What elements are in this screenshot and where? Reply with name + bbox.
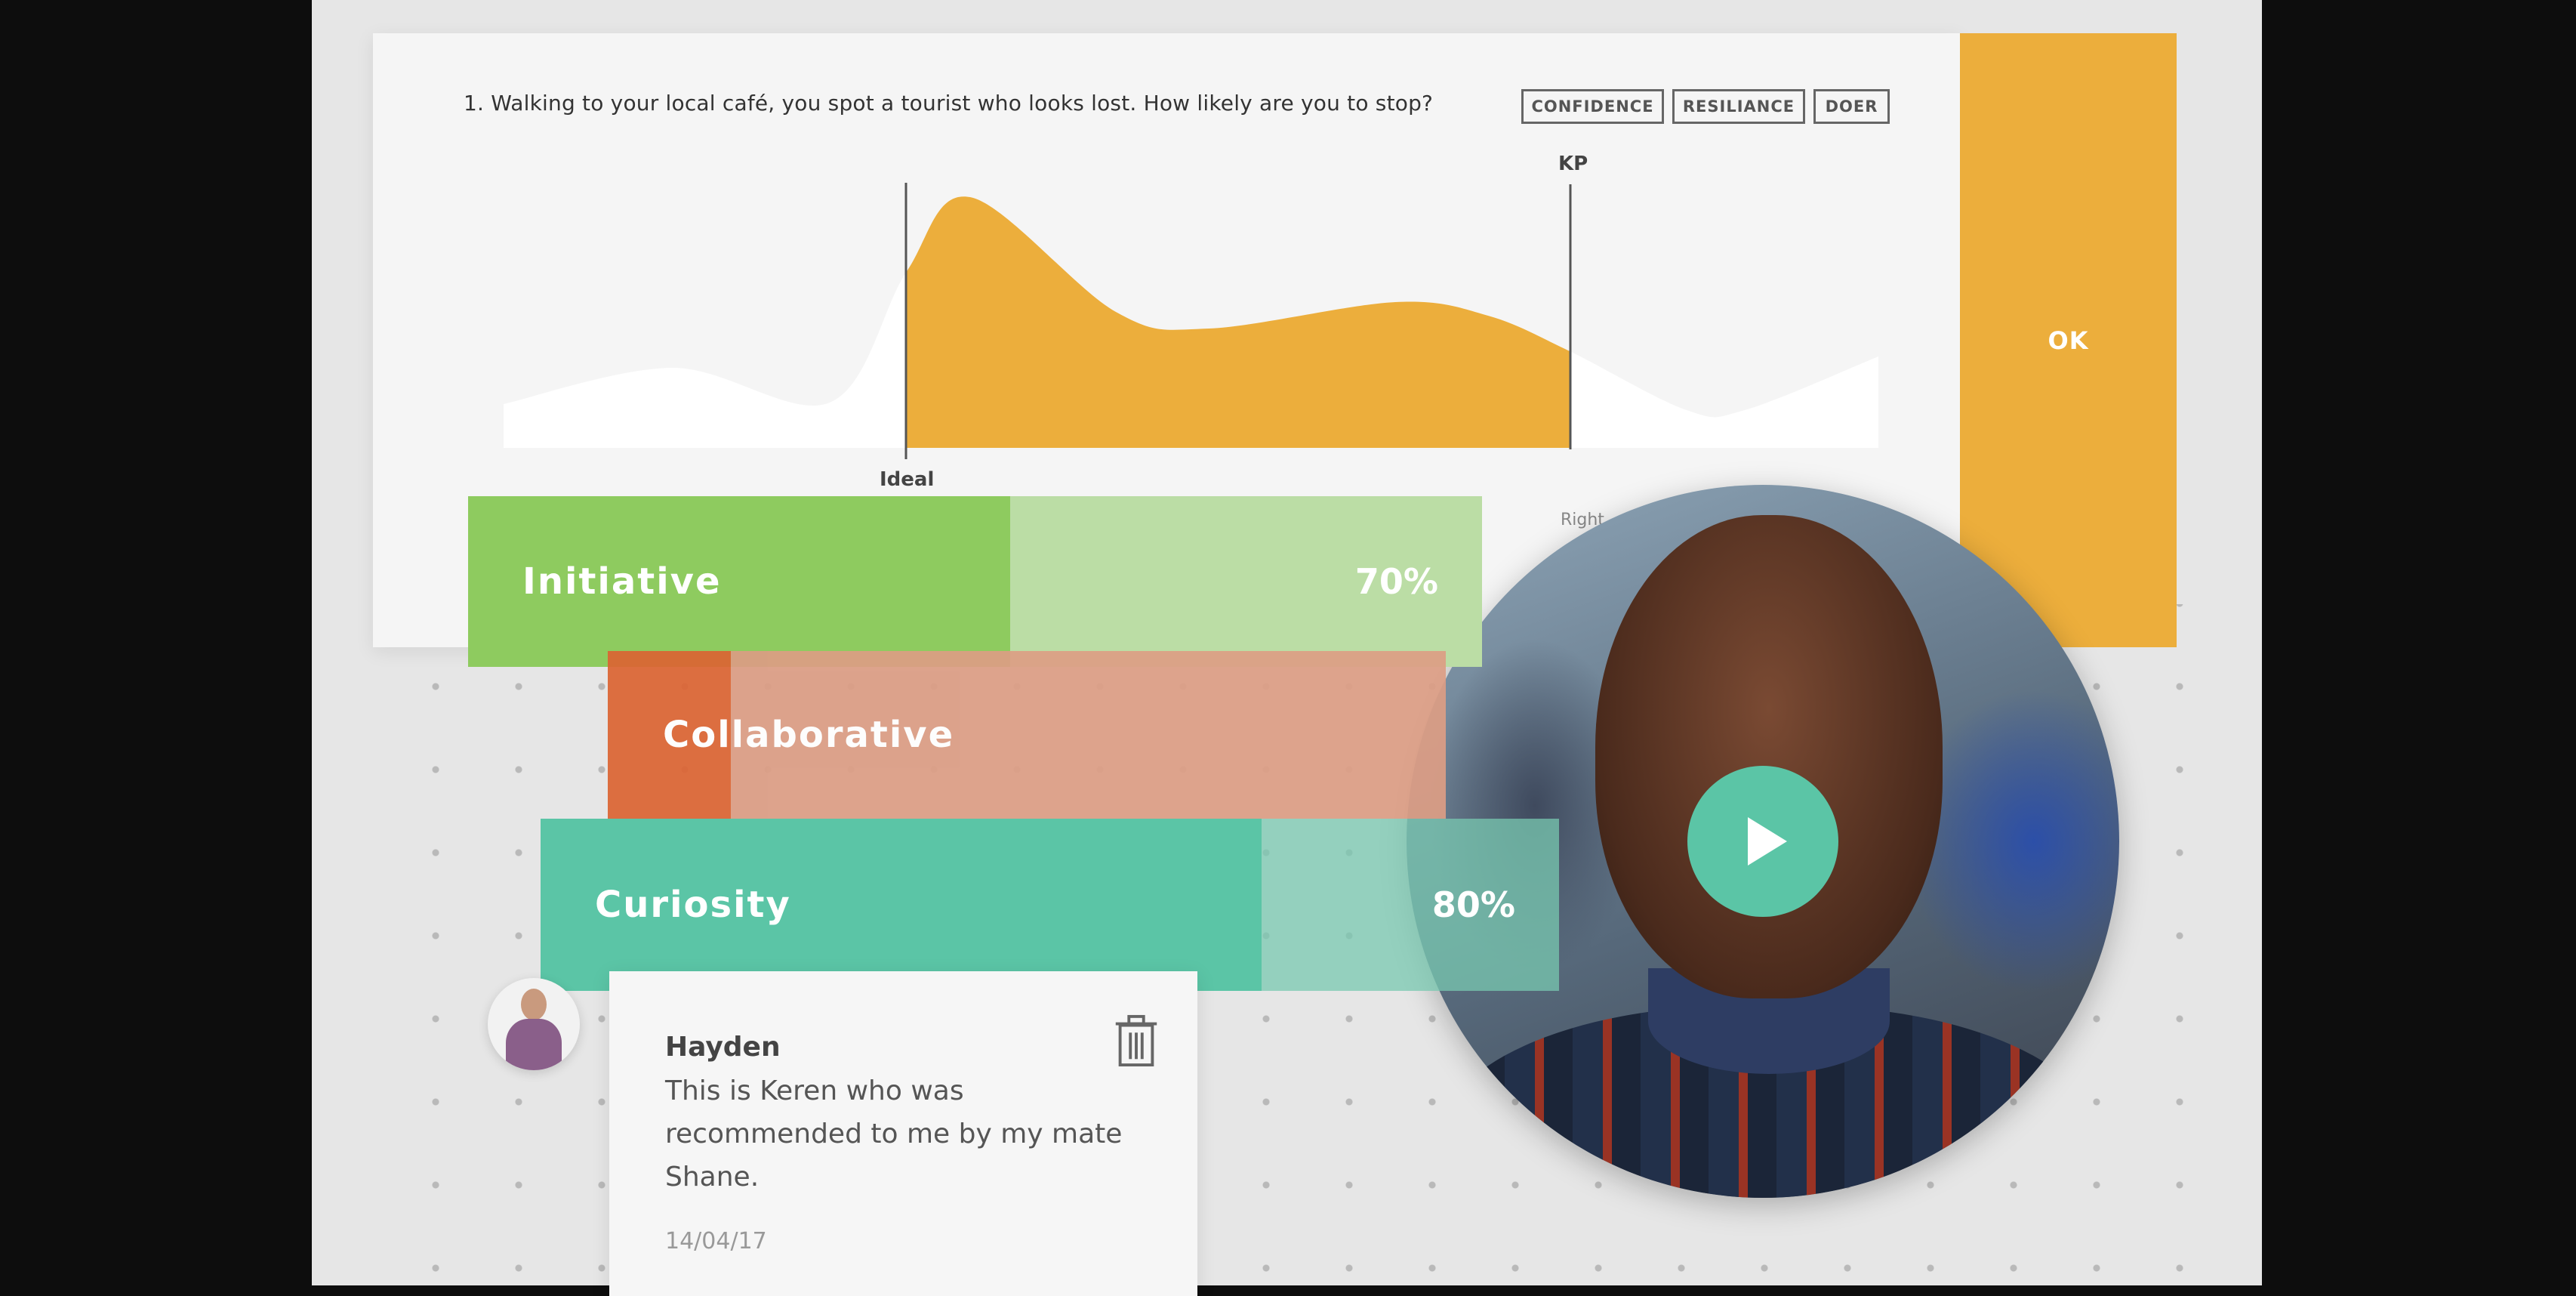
comment-date: 14/04/17 (665, 1228, 767, 1254)
comment-author: Hayden (665, 1032, 781, 1063)
photo-face (1595, 515, 1943, 998)
trait-label: Initiative (522, 560, 722, 603)
trait-bar-initiative: Initiative 70% (468, 496, 1482, 667)
trait-bar-curiosity: Curiosity 80% (541, 819, 1559, 991)
trait-bar-collaborative: Collaborative (608, 651, 1446, 819)
kp-label: KP (1558, 153, 1588, 175)
trash-icon[interactable] (1114, 1014, 1159, 1066)
ideal-label: Ideal (880, 468, 935, 491)
trait-label: Curiosity (595, 884, 791, 926)
trait-label: Collaborative (663, 714, 955, 756)
trait-percent: 70% (1354, 561, 1438, 602)
play-icon[interactable] (1687, 766, 1838, 917)
trait-percent: 80% (1431, 884, 1515, 925)
comment-card: Hayden This is Keren who was recommended… (609, 971, 1197, 1296)
avatar[interactable] (488, 978, 580, 1070)
comment-text: This is Keren who was recommended to me … (665, 1075, 1123, 1193)
